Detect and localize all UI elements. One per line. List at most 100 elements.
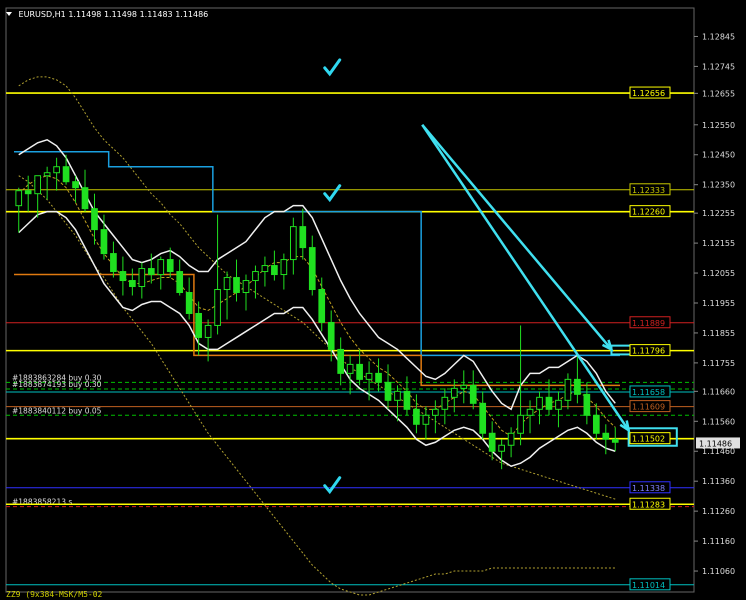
candle-body <box>204 324 212 338</box>
candle-body <box>166 259 174 273</box>
symbol-label: EURUSD,H1 <box>18 10 66 19</box>
y-tick-label: 1.12845 <box>702 32 735 41</box>
y-tick-label: 1.11660 <box>702 387 735 396</box>
y-tick-label: 1.12550 <box>702 121 735 130</box>
y-tick-label: 1.11460 <box>702 447 735 456</box>
candle-body <box>223 277 231 291</box>
candle-body <box>81 187 89 210</box>
candle-body <box>318 289 326 323</box>
candle-body <box>498 444 505 452</box>
candle-body <box>450 387 458 398</box>
footer-note: ZZ9 (9x384-MSK/M5-02 <box>6 590 103 599</box>
candle-body <box>583 393 591 416</box>
candle-body <box>526 408 534 416</box>
price-badge-label: 1.11889 <box>632 319 665 328</box>
order-label: #1883874193 buy 0.30 <box>12 380 102 389</box>
chart-window: EURUSD,H1 1.11498 1.11498 1.11483 1.1148… <box>0 0 746 600</box>
candle-body <box>100 229 108 255</box>
candle-body <box>34 175 42 195</box>
candle-body <box>394 390 401 401</box>
candle-body <box>110 253 117 273</box>
candle-body <box>72 181 79 189</box>
price-badge-label: 1.11658 <box>632 388 665 397</box>
y-tick-label: 1.11560 <box>702 417 735 426</box>
price-badge-label: 1.11502 <box>632 435 665 444</box>
candle-body <box>43 172 51 177</box>
price-chart[interactable]: 1.12845 1.12745 1.12655 1.12550 1.12450 1.123… <box>0 0 746 600</box>
y-tick-label: 1.11360 <box>702 477 735 486</box>
candle-body <box>517 414 524 434</box>
price-badge-label: 1.11283 <box>632 500 665 509</box>
order-label: #1883858213 s <box>12 498 72 507</box>
candle-body <box>147 268 155 276</box>
candle-body <box>62 166 70 183</box>
y-tick-label: 1.12155 <box>702 239 735 248</box>
price-badge-label: 1.12333 <box>632 186 665 195</box>
candle-body <box>327 321 335 350</box>
y-tick-label: 1.12450 <box>702 151 735 160</box>
candle-body <box>157 259 165 276</box>
candle-body <box>545 396 553 410</box>
candle-body <box>261 265 269 273</box>
candle-body <box>138 268 146 288</box>
candle-body <box>592 414 600 434</box>
candle-body <box>507 432 515 446</box>
candle-body <box>129 280 136 288</box>
current-price-label: 1.11486 <box>699 439 732 448</box>
caret-down-icon[interactable] <box>6 12 12 16</box>
candle-body <box>536 396 543 410</box>
candle-body <box>176 271 184 294</box>
candle-body <box>242 280 250 294</box>
candle-body <box>119 271 127 282</box>
candle-body <box>24 190 32 195</box>
price-badge-label: 1.11609 <box>632 403 665 412</box>
candle-body <box>413 408 420 425</box>
candle-body <box>91 208 98 231</box>
candle-body <box>15 190 23 207</box>
candle-body <box>289 226 297 261</box>
candle-body <box>365 372 373 380</box>
candle-body <box>214 289 221 326</box>
candle-body <box>299 226 307 249</box>
candle-body <box>185 292 193 314</box>
candle-body <box>271 265 278 276</box>
y-tick-label: 1.12255 <box>702 209 735 218</box>
y-tick-label: 1.11160 <box>702 537 735 546</box>
y-tick-label: 1.12745 <box>702 62 735 71</box>
candle-body <box>233 277 240 294</box>
price-badge-label: 1.11796 <box>632 347 665 356</box>
candle-body <box>441 396 449 410</box>
ohlc-readout: 1.11498 1.11498 1.11483 1.11486 <box>68 10 209 19</box>
candle-body <box>356 363 363 380</box>
candle-body <box>469 384 477 404</box>
order-label: #1883840112 buy 0.05 <box>12 406 102 415</box>
y-tick-label: 1.11260 <box>702 507 735 516</box>
price-badge-label: 1.12656 <box>632 89 665 98</box>
y-tick-label: 1.11755 <box>702 359 735 368</box>
candle-body <box>375 372 382 383</box>
candle-body <box>280 259 288 276</box>
candle-body <box>479 402 487 434</box>
price-badge-label: 1.12260 <box>632 208 665 217</box>
candle-body <box>384 381 392 401</box>
y-tick-label: 1.12350 <box>702 181 735 190</box>
candle-body <box>195 312 202 338</box>
candle-body <box>460 384 468 389</box>
y-tick-label: 1.12655 <box>702 89 735 98</box>
candle-body <box>602 432 610 440</box>
candle-body <box>308 247 316 291</box>
y-tick-label: 1.11955 <box>702 299 735 308</box>
candle-body <box>611 438 619 443</box>
candle-body <box>422 414 430 425</box>
price-badge-label: 1.11014 <box>632 581 665 590</box>
candle-body <box>488 432 496 452</box>
candle-body <box>403 390 411 410</box>
candle-body <box>432 408 439 416</box>
y-tick-label: 1.11060 <box>702 567 735 576</box>
y-tick-label: 1.11855 <box>702 329 735 338</box>
candle-body <box>555 399 562 410</box>
candle-body <box>337 348 345 374</box>
candle-body <box>53 166 60 174</box>
candle-body <box>574 378 581 395</box>
candle-body <box>564 378 572 401</box>
